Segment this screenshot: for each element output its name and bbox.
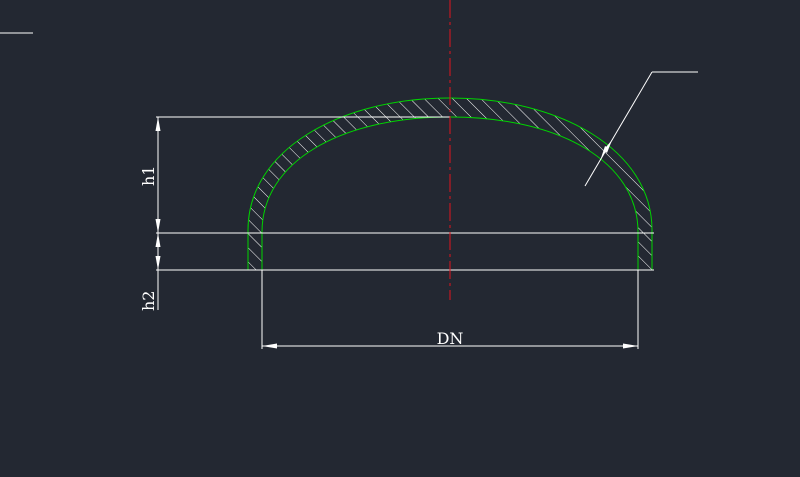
h1-arrow-top [155, 117, 161, 131]
thickness-leader [584, 71, 698, 187]
h2-arrow-bottom [155, 256, 161, 270]
h1-label: h1 [139, 166, 158, 186]
dn-label: DN [437, 329, 464, 348]
h2-arrow-top [155, 233, 161, 247]
h1-arrow-bottom [155, 219, 161, 233]
dn-arrow-left [262, 343, 277, 349]
dn-arrow-right [623, 343, 638, 349]
cad-drawing-canvas: h1 h2 DN [0, 0, 698, 349]
h2-label: h2 [139, 291, 158, 311]
